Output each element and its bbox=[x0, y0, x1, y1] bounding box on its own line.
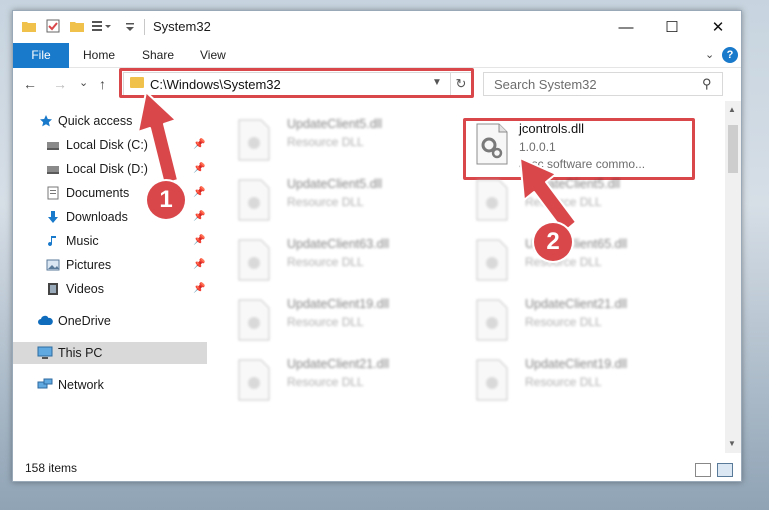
arrow-to-file bbox=[519, 157, 577, 233]
callout-step-2: 2 bbox=[534, 223, 572, 261]
arrow-to-address-bar bbox=[137, 91, 179, 185]
callout-step-1: 1 bbox=[147, 181, 185, 219]
annotation-arrows bbox=[137, 91, 577, 233]
